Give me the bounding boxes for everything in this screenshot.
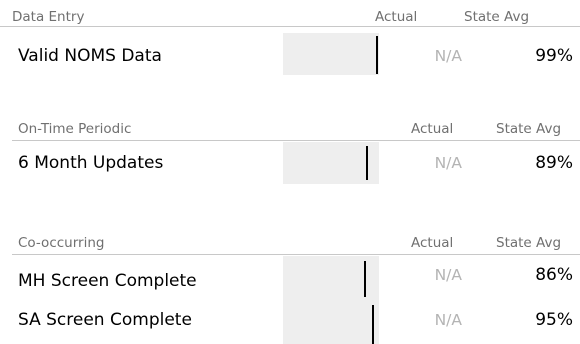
column-header-state-avg: State Avg [496, 121, 562, 137]
section-title: On-Time Periodic [18, 121, 132, 137]
section-divider [12, 140, 580, 141]
metric-bar [283, 33, 379, 75]
actual-value: N/A [434, 266, 462, 284]
section-divider [0, 26, 580, 27]
metric-label: MH Screen Complete [18, 271, 197, 291]
state-avg-value: 86% [535, 265, 573, 285]
actual-value: N/A [434, 311, 462, 329]
state-avg-marker [366, 146, 368, 180]
state-avg-value: 89% [535, 153, 573, 173]
column-header-actual: Actual [411, 121, 454, 137]
section-title: Data Entry [12, 9, 85, 25]
state-avg-marker [364, 261, 366, 297]
section-divider [12, 254, 580, 255]
metric-bar [283, 142, 379, 184]
column-header-actual: Actual [375, 9, 418, 25]
metric-label: Valid NOMS Data [18, 46, 162, 66]
state-avg-marker [376, 36, 378, 74]
metric-label: SA Screen Complete [18, 310, 192, 330]
section-title: Co-occurring [18, 235, 105, 251]
metric-bar [283, 300, 379, 344]
state-avg-marker [372, 305, 374, 344]
column-header-state-avg: State Avg [496, 235, 562, 251]
column-header-actual: Actual [411, 235, 454, 251]
state-avg-value: 95% [535, 310, 573, 330]
actual-value: N/A [434, 47, 462, 65]
actual-value: N/A [434, 154, 462, 172]
state-avg-value: 99% [535, 46, 573, 66]
metric-bar [283, 256, 379, 300]
column-header-state-avg: State Avg [464, 9, 530, 25]
metric-label: 6 Month Updates [18, 153, 164, 173]
